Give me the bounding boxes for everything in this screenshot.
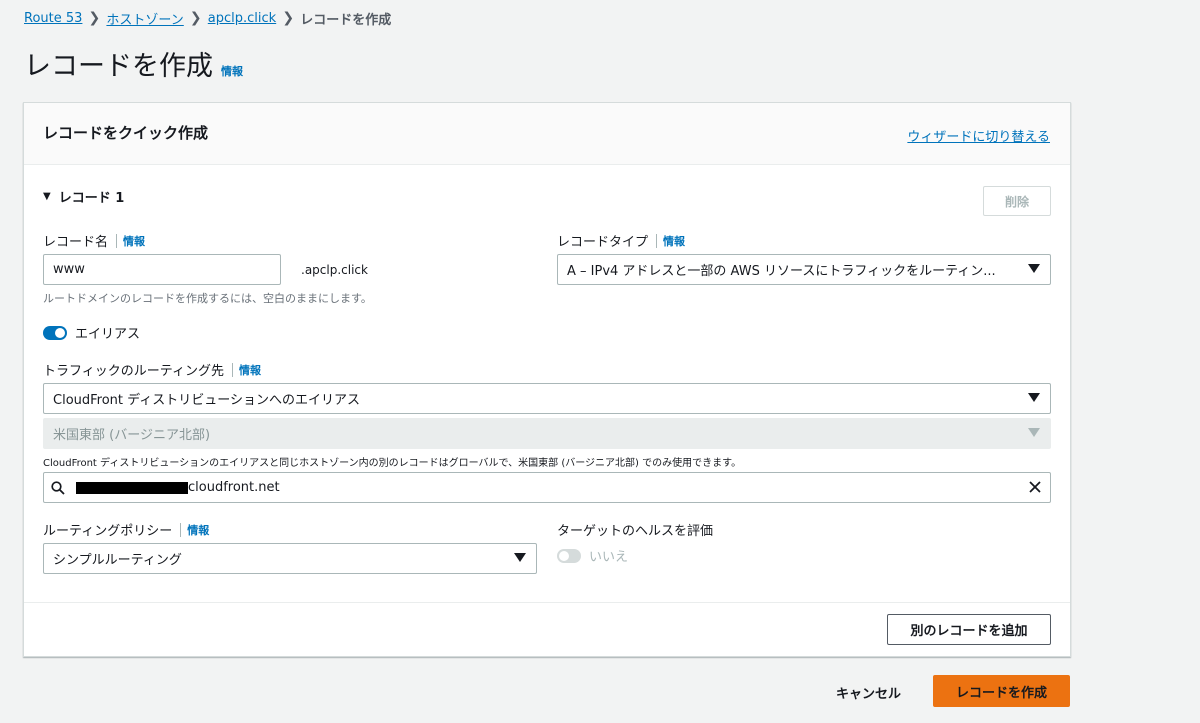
route-to-label: トラフィックのルーティング先 情報	[43, 360, 261, 379]
routing-policy-label-text: ルーティングポリシー	[43, 524, 173, 539]
region-value: 米国東部 (バージニア北部)	[53, 428, 211, 443]
panel-title: レコードをクイック作成	[43, 124, 209, 142]
alias-label: エイリアス	[75, 327, 141, 342]
add-record-button[interactable]: 別のレコードを追加	[887, 614, 1051, 645]
routing-policy-info-link[interactable]: 情報	[187, 522, 209, 538]
caret-down-icon	[1028, 393, 1040, 402]
route-to-label-text: トラフィックのルーティング先	[43, 364, 224, 379]
page-header: レコードを作成 情報	[24, 44, 243, 83]
distribution-search[interactable]: cloudfront.net	[43, 472, 1051, 503]
page-info-link[interactable]: 情報	[221, 63, 243, 79]
route-to-info-link[interactable]: 情報	[239, 362, 261, 378]
record-name-label: レコード名 情報	[43, 231, 145, 250]
record-type-value: A – IPv4 アドレスと一部の AWS リソースにトラフィックをルーティン.…	[567, 264, 996, 279]
caret-down-icon: ▼	[43, 191, 51, 202]
region-select: 米国東部 (バージニア北部)	[43, 418, 1051, 449]
label-divider	[116, 233, 118, 248]
breadcrumb-current: レコードを作成	[300, 12, 392, 28]
record-expander[interactable]: ▼ レコード 1	[43, 187, 124, 206]
record-type-info-link[interactable]: 情報	[663, 233, 685, 249]
toggle-knob	[559, 550, 569, 561]
record-type-label-text: レコードタイプ	[557, 235, 649, 250]
chevron-right-icon: ❯	[88, 10, 101, 26]
redacted-text	[76, 481, 188, 494]
label-divider	[180, 522, 182, 537]
health-toggle: いいえ	[557, 546, 628, 565]
record-name-input[interactable]	[43, 254, 281, 285]
caret-down-icon	[514, 553, 526, 562]
cancel-button[interactable]: キャンセル	[836, 683, 901, 702]
record-name-info-link[interactable]: 情報	[123, 233, 145, 249]
quick-create-panel: レコードをクイック作成 ウィザードに切り替える ▼ レコード 1 削除 レコード…	[23, 102, 1071, 657]
breadcrumb: Route 53 ❯ ホストゾーン ❯ apclp.click ❯ レコードを作…	[24, 8, 391, 28]
record-type-select[interactable]: A – IPv4 アドレスと一部の AWS リソースにトラフィックをルーティン.…	[557, 254, 1051, 285]
close-icon[interactable]	[1028, 480, 1042, 498]
routing-policy-select[interactable]: シンプルルーティング	[43, 543, 537, 574]
health-value: いいえ	[589, 550, 629, 565]
search-icon	[44, 480, 72, 495]
delete-record-button[interactable]: 削除	[983, 186, 1051, 216]
panel-divider	[24, 602, 1070, 603]
switch-to-wizard-link[interactable]: ウィザードに切り替える	[907, 126, 1050, 145]
caret-down-icon	[1028, 428, 1040, 437]
panel-header: レコードをクイック作成 ウィザードに切り替える	[24, 103, 1070, 165]
toggle-track	[557, 548, 581, 563]
distribution-suffix: cloudfront.net	[188, 480, 280, 495]
routing-policy-value: シンプルルーティング	[53, 553, 182, 568]
toggle-knob	[55, 327, 65, 338]
alias-toggle[interactable]: エイリアス	[43, 323, 140, 342]
route-to-value: CloudFront ディストリビューションへのエイリアス	[53, 393, 360, 408]
toggle-track	[43, 325, 67, 340]
breadcrumb-route53[interactable]: Route 53	[24, 11, 82, 26]
health-label: ターゲットのヘルスを評価	[557, 524, 714, 539]
record-name-suffix: .apclp.click	[301, 263, 368, 277]
chevron-right-icon: ❯	[282, 10, 295, 26]
record-name-help: ルートドメインのレコードを作成するには、空白のままにします。	[43, 292, 372, 305]
page-title: レコードを作成	[24, 51, 213, 82]
route-to-select[interactable]: CloudFront ディストリビューションへのエイリアス	[43, 383, 1051, 414]
label-divider	[656, 233, 658, 248]
record-name-label-text: レコード名	[43, 235, 109, 250]
routing-policy-label: ルーティングポリシー 情報	[43, 520, 209, 539]
breadcrumb-hosted-zones[interactable]: ホストゾーン	[106, 9, 183, 28]
record-heading: レコード 1	[58, 191, 125, 206]
create-record-button[interactable]: レコードを作成	[933, 675, 1070, 707]
breadcrumb-zone[interactable]: apclp.click	[208, 11, 276, 26]
label-divider	[231, 362, 233, 377]
chevron-right-icon: ❯	[189, 10, 202, 26]
record-type-label: レコードタイプ 情報	[557, 231, 685, 250]
region-help: CloudFront ディストリビューションのエイリアスと同じホストゾーン内の別…	[43, 458, 742, 469]
caret-down-icon	[1028, 264, 1040, 273]
